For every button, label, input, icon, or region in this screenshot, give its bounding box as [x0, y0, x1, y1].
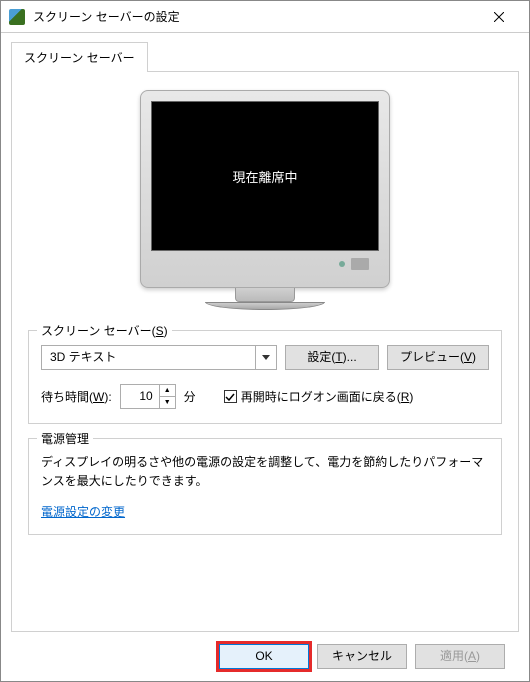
wait-unit: 分	[184, 388, 196, 405]
tab-strip: スクリーン セーバー	[11, 41, 519, 72]
screensaver-group: スクリーン セーバー(S) 3D テキスト 設定(T)... プレビュー(V)	[28, 330, 502, 424]
titlebar: スクリーン セーバーの設定	[1, 1, 529, 33]
window-title: スクリーン セーバーの設定	[33, 8, 476, 25]
ok-button[interactable]: OK	[219, 644, 309, 669]
spinner-up-icon[interactable]: ▲	[160, 385, 175, 397]
preview-button[interactable]: プレビュー(V)	[387, 345, 489, 370]
tab-panel: 現在離席中 スクリーン セーバー(S) 3D テキスト	[11, 72, 519, 632]
chevron-down-icon	[255, 345, 277, 370]
wait-spinner[interactable]: 10 ▲ ▼	[120, 384, 176, 409]
screensaver-selected: 3D テキスト	[41, 345, 255, 370]
resume-checkbox[interactable]	[224, 390, 237, 403]
button-bar: OK キャンセル 適用(A)	[11, 632, 519, 681]
check-icon	[225, 393, 235, 401]
monitor-led-icon	[339, 261, 345, 267]
screensaver-dropdown[interactable]: 3D テキスト	[41, 345, 277, 370]
settings-button[interactable]: 設定(T)...	[285, 345, 379, 370]
power-description: ディスプレイの明るさや他の電源の設定を調整して、電力を節約したりパフォーマンスを…	[41, 453, 489, 491]
wait-value: 10	[121, 385, 159, 408]
content-area: スクリーン セーバー 現在離席中 スクリーン セーバー(S)	[1, 33, 529, 681]
monitor-stand	[235, 288, 295, 302]
close-button[interactable]	[476, 2, 521, 32]
close-icon	[494, 12, 504, 22]
monitor-base	[205, 302, 325, 310]
monitor-preview: 現在離席中	[28, 90, 502, 310]
spinner-down-icon[interactable]: ▼	[160, 397, 175, 408]
apply-button: 適用(A)	[415, 644, 505, 669]
power-settings-link[interactable]: 電源設定の変更	[41, 503, 489, 520]
screensaver-group-label: スクリーン セーバー(S)	[37, 322, 172, 339]
monitor-button-icon	[351, 258, 369, 270]
cancel-button[interactable]: キャンセル	[317, 644, 407, 669]
app-icon	[9, 9, 25, 25]
resume-label: 再開時にログオン画面に戻る(R)	[241, 388, 414, 405]
power-group-label: 電源管理	[37, 430, 93, 447]
power-group: 電源管理 ディスプレイの明るさや他の電源の設定を調整して、電力を節約したりパフォ…	[28, 438, 502, 535]
tab-screensaver[interactable]: スクリーン セーバー	[11, 42, 148, 72]
monitor-screen: 現在離席中	[151, 101, 379, 251]
monitor-frame: 現在離席中	[140, 90, 390, 288]
wait-label: 待ち時間(W):	[41, 388, 112, 405]
